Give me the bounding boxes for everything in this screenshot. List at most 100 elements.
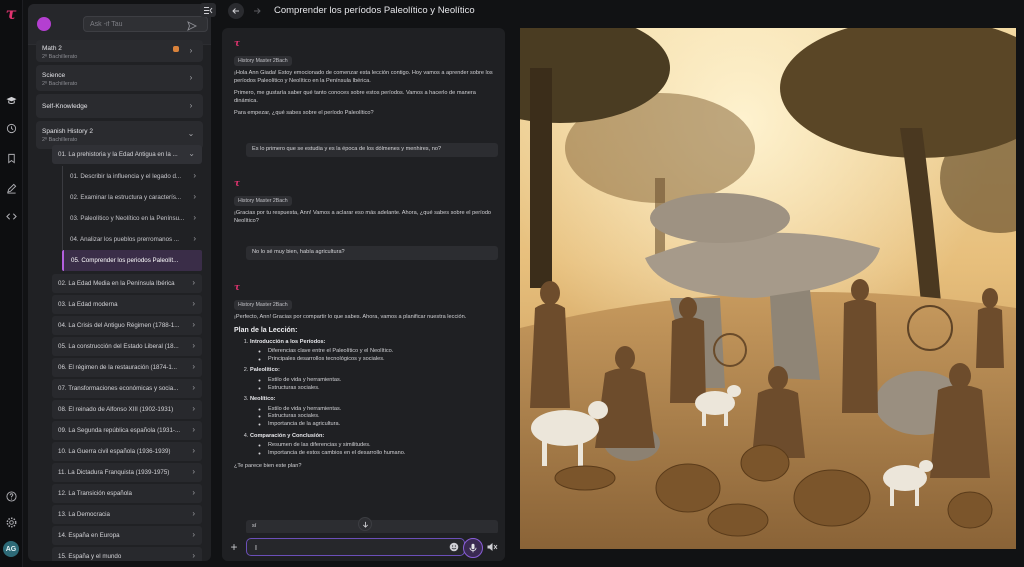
back-button[interactable]: [228, 3, 244, 19]
message-text: ¡Gracias por tu respuesta, Ann! Vamos a …: [234, 210, 492, 224]
unit-label: 10. La Guerra civil española (1936-1939): [58, 448, 171, 455]
unit-item-12[interactable]: 12. La Transición española ›: [52, 484, 202, 503]
bookmark-icon[interactable]: [3, 150, 19, 166]
chevron-right-icon: ›: [192, 404, 195, 413]
lesson-illustration: [520, 28, 1016, 549]
chevron-right-icon: ›: [192, 320, 195, 329]
chevron-right-icon: ›: [189, 46, 193, 55]
chevron-right-icon: ›: [193, 213, 196, 222]
lesson-item-02[interactable]: 02. Examinar la estructura y caracterís.…: [62, 187, 202, 208]
code-icon[interactable]: [3, 208, 19, 224]
avatar[interactable]: AG: [3, 541, 19, 557]
mute-speaker-icon[interactable]: [486, 541, 498, 553]
unit-item-01[interactable]: 01. La prehistoria y la Edad Antigua en …: [52, 145, 202, 164]
unit-label: 02. La Edad Media en la Península Ibéric…: [58, 280, 175, 287]
plan-section-title: Comparación y Conclusión:: [250, 432, 325, 439]
add-attachment-button[interactable]: +: [228, 541, 240, 553]
tau-mark-icon: τ: [234, 39, 241, 49]
unit-label: 08. El reinado de Alfonso XIII (1902-193…: [58, 406, 174, 413]
tau-mark-icon: τ: [234, 179, 241, 189]
lesson-item-05-active[interactable]: 05. Comprender los periodos Paleolít...: [62, 250, 202, 271]
unit-item-15[interactable]: 15. España y el mundo ›: [52, 547, 202, 561]
unit-item-14[interactable]: 14. España en Europa ›: [52, 526, 202, 545]
scroll-to-bottom-button[interactable]: [358, 517, 372, 531]
subject-subtitle: 2º Bachillerato: [42, 54, 78, 60]
plan-heading: Plan de la Lección:: [234, 326, 298, 334]
app-rail: τ AG: [0, 0, 23, 567]
unit-item-08[interactable]: 08. El reinado de Alfonso XIII (1902-193…: [52, 400, 202, 419]
chevron-right-icon: ›: [189, 73, 193, 82]
course-sidebar: Math 2 2º Bachillerato › Science 2º Bach…: [28, 4, 211, 561]
chevron-right-icon: ›: [192, 488, 195, 497]
chevron-right-icon: ›: [192, 467, 195, 476]
plan-bullet: Estructuras sociales.: [268, 413, 496, 421]
unit-label: 05. La construcción del Estado Liberal (…: [58, 343, 179, 350]
unit-label: 15. España y el mundo: [58, 553, 122, 560]
forward-button[interactable]: [249, 3, 265, 19]
notification-badge: [173, 46, 179, 52]
subject-card-science[interactable]: Science 2º Bachillerato ›: [36, 65, 203, 91]
plan-section-title: Paleolítico:: [250, 367, 280, 374]
user-message: sí: [246, 520, 498, 533]
message-input[interactable]: [253, 541, 437, 555]
plan-section: Introducción a los Períodos: Diferencias…: [250, 339, 496, 364]
history-icon[interactable]: [3, 120, 19, 136]
pen-icon[interactable]: [3, 180, 19, 196]
lesson-plan-list: Introducción a los Períodos: Diferencias…: [234, 339, 496, 458]
microphone-button[interactable]: [463, 538, 483, 558]
message-text: ¡Hola Ann Giada! Estoy emocionado de com…: [234, 70, 493, 84]
unit-label: 11. La Dictadura Franquista (1939-1975): [58, 469, 170, 476]
unit-label: 01. La prehistoria y la Edad Antigua en …: [58, 151, 178, 158]
chevron-down-icon: ⌄: [187, 128, 195, 138]
unit-item-02[interactable]: 02. La Edad Media en la Península Ibéric…: [52, 274, 202, 293]
lesson-label: 01. Describir la influencia y el legado …: [70, 173, 182, 180]
unit-item-04[interactable]: 04. La Crisis del Antiguo Régimen (1788-…: [52, 316, 202, 335]
composer: +: [222, 533, 505, 561]
unit-item-11[interactable]: 11. La Dictadura Franquista (1939-1975) ›: [52, 463, 202, 482]
plan-section: Neolítico: Estilo de vida y herramientas…: [250, 396, 496, 428]
graduation-cap-icon[interactable]: [3, 92, 19, 108]
subject-card-self-knowledge[interactable]: Self-Knowledge ›: [36, 94, 203, 118]
tau-logo[interactable]: τ: [3, 6, 19, 22]
tutor-tag: History Master 2Bach: [234, 300, 292, 310]
settings-icon[interactable]: [3, 514, 19, 530]
plan-bullet: Estilo de vida y herramientas.: [268, 377, 496, 385]
subject-card-math[interactable]: Math 2 2º Bachillerato ›: [36, 40, 203, 62]
plan-bullet: Principales desarrollos tecnológicos y s…: [268, 356, 496, 364]
plan-section-title: Introducción a los Períodos:: [250, 338, 326, 345]
lesson-item-04[interactable]: 04. Analizar los pueblos prerromanos ...…: [62, 229, 202, 250]
lesson-label: 04. Analizar los pueblos prerromanos ...: [70, 236, 180, 243]
message-text: Primero, me gustaría saber qué tanto con…: [234, 90, 476, 104]
unit-item-03[interactable]: 03. La Edad moderna ›: [52, 295, 202, 314]
help-icon[interactable]: [3, 488, 19, 504]
unit-item-09[interactable]: 09. La Segunda república española (1931-…: [52, 421, 202, 440]
subject-title: Self-Knowledge: [42, 103, 88, 110]
subject-header-spanish-history[interactable]: Spanish History 2 2º Bachillerato ⌄: [36, 121, 203, 146]
tutor-tag: History Master 2Bach: [234, 196, 292, 206]
lesson-item-01[interactable]: 01. Describir la influencia y el legado …: [62, 166, 202, 187]
unit-item-06[interactable]: 06. El régimen de la restauración (1874-…: [52, 358, 202, 377]
unit-item-13[interactable]: 13. La Democracia ›: [52, 505, 202, 524]
unit-item-05[interactable]: 05. La construcción del Estado Liberal (…: [52, 337, 202, 356]
assistant-avatar: [37, 17, 51, 31]
collapse-sidebar-button[interactable]: [200, 3, 216, 17]
message-list[interactable]: τ History Master 2Bach ¡Hola Ann Giada! …: [222, 28, 505, 533]
chevron-right-icon: ›: [193, 171, 196, 180]
microphone-icon: [469, 543, 477, 553]
lesson-label: 03. Paleolítico y Neolítico en la Peníns…: [70, 215, 185, 222]
lesson-item-03[interactable]: 03. Paleolítico y Neolítico en la Peníns…: [62, 208, 202, 229]
subject-title: Science: [42, 72, 66, 79]
subject-title: Math 2: [42, 45, 62, 52]
send-icon[interactable]: [187, 18, 198, 31]
unit-item-10[interactable]: 10. La Guerra civil española (1936-1939)…: [52, 442, 202, 461]
arrow-left-icon: [232, 8, 239, 14]
user-message: Es lo primero que se estudia y es la épo…: [246, 143, 498, 157]
tutor-tag: History Master 2Bach: [234, 56, 292, 66]
assistant-message: τ History Master 2Bach ¡Hola Ann Giada! …: [234, 40, 496, 123]
arrow-right-icon: [254, 8, 261, 14]
chevron-right-icon: ›: [192, 425, 195, 434]
chevron-right-icon: ›: [192, 383, 195, 392]
plan-bullet: Importancia de estos cambios en el desar…: [268, 450, 496, 458]
emoji-icon[interactable]: [449, 542, 459, 552]
unit-item-07[interactable]: 07. Transformaciones económicas y socia.…: [52, 379, 202, 398]
